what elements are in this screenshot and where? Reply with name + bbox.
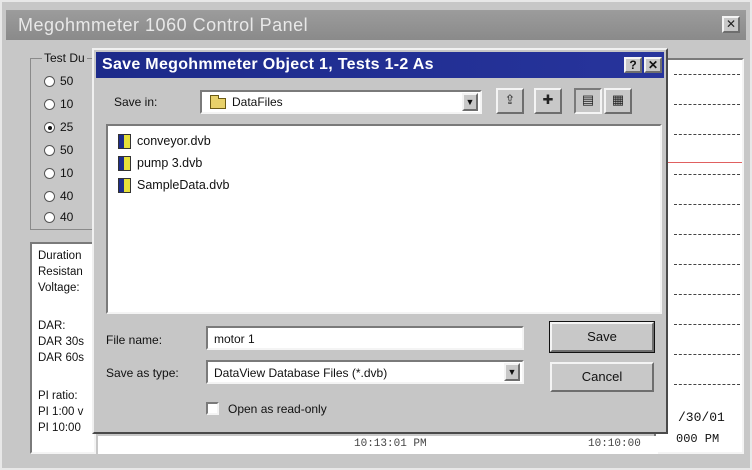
duration-radio-7[interactable]: 40: [44, 210, 73, 228]
save-in-label: Save in:: [114, 95, 158, 109]
results-line: Duration: [38, 250, 82, 262]
duration-radio-3[interactable]: 25: [44, 120, 73, 138]
results-line: DAR:: [38, 320, 66, 332]
radio-icon: [44, 212, 55, 224]
radio-icon: [44, 191, 55, 203]
dvb-file-icon: [118, 156, 131, 172]
save-in-dropdown[interactable]: DataFiles ▼: [200, 90, 482, 114]
graph-gridline: [674, 234, 740, 235]
file-item-pump-3[interactable]: pump 3.dvb: [118, 156, 202, 174]
save-as-type-label: Save as type:: [106, 366, 179, 380]
results-panel: Duration Resistan Voltage: DAR: DAR 30s …: [30, 242, 96, 454]
results-line: Voltage:: [38, 282, 80, 294]
details-view-icon[interactable]: ▦: [604, 88, 632, 114]
results-line: DAR 30s: [38, 336, 85, 348]
new-folder-icon[interactable]: ✚: [534, 88, 562, 114]
results-line: Resistan: [38, 266, 83, 278]
radio-icon: [44, 168, 55, 180]
save-in-value: DataFiles: [232, 95, 283, 109]
graph-axis-time-label: 10:13:01 PM: [354, 438, 427, 450]
cancel-button[interactable]: Cancel: [550, 362, 654, 392]
duration-radio-4[interactable]: 50: [44, 143, 73, 161]
radio-icon: [44, 145, 55, 157]
dvb-file-icon: [118, 134, 131, 150]
control-panel-title: Megohmmeter 1060 Control Panel: [18, 15, 309, 35]
dropdown-arrow-icon[interactable]: ▼: [504, 363, 520, 381]
results-line: PI 1:00 v: [38, 406, 84, 418]
results-line: PI 10:00: [38, 422, 81, 434]
file-name-value: motor 1: [214, 332, 255, 346]
open-read-only-label[interactable]: Open as read-only: [228, 402, 327, 416]
graph-data-line: [656, 162, 742, 163]
open-read-only-checkbox[interactable]: [206, 402, 219, 415]
list-view-icon[interactable]: ▤: [574, 88, 602, 114]
graph-gridline: [674, 294, 740, 295]
graph-gridline: [674, 384, 740, 385]
duration-radio-1[interactable]: 50: [44, 74, 73, 92]
graph-gridline: [674, 74, 740, 75]
folder-icon: [210, 95, 226, 109]
save-button[interactable]: Save: [549, 321, 655, 353]
graph-time-label: 000 PM: [676, 432, 720, 446]
duration-radio-6[interactable]: 40: [44, 189, 73, 207]
graph-date-label: /30/01: [678, 410, 725, 425]
graph-gridline: [674, 174, 740, 175]
graph-gridline: [674, 354, 740, 355]
results-line: PI ratio:: [38, 390, 78, 402]
file-name-label: File name:: [106, 333, 163, 347]
radio-icon: [44, 76, 55, 88]
duration-radio-5[interactable]: 10: [44, 166, 73, 184]
dialog-titlebar: Save Megohmmeter Object 1, Tests 1-2 As …: [96, 52, 664, 78]
graph-gridline: [674, 264, 740, 265]
graph-gridline: [674, 134, 740, 135]
up-folder-icon[interactable]: ⇪: [496, 88, 524, 114]
control-panel-close-icon[interactable]: ✕: [722, 16, 740, 33]
dvb-file-icon: [118, 178, 131, 194]
file-item-conveyor[interactable]: conveyor.dvb: [118, 134, 211, 152]
radio-selected-icon: [44, 122, 55, 134]
control-panel-titlebar: Megohmmeter 1060 Control Panel ✕: [6, 10, 746, 40]
graph-gridline: [674, 104, 740, 105]
graph-gridline: [674, 324, 740, 325]
radio-icon: [44, 99, 55, 111]
save-as-dialog: Save Megohmmeter Object 1, Tests 1-2 As …: [92, 48, 668, 434]
close-icon[interactable]: ✕: [644, 57, 662, 73]
save-as-type-dropdown[interactable]: DataView Database Files (*.dvb) ▼: [206, 360, 524, 384]
save-as-type-value: DataView Database Files (*.dvb): [214, 366, 388, 380]
dropdown-arrow-icon[interactable]: ▼: [462, 93, 478, 111]
graph-axis-time-label: 10:10:00: [588, 438, 641, 450]
file-item-sampledata[interactable]: SampleData.dvb: [118, 178, 229, 196]
file-list[interactable]: conveyor.dvb pump 3.dvb SampleData.dvb: [106, 124, 662, 314]
graph-gridline: [674, 204, 740, 205]
help-icon[interactable]: ?: [624, 57, 642, 73]
test-duration-group-label: Test Du: [42, 51, 87, 65]
results-line: DAR 60s: [38, 352, 85, 364]
duration-radio-2[interactable]: 10: [44, 97, 73, 115]
file-name-input[interactable]: motor 1: [206, 326, 524, 350]
dialog-title: Save Megohmmeter Object 1, Tests 1-2 As: [102, 56, 434, 73]
